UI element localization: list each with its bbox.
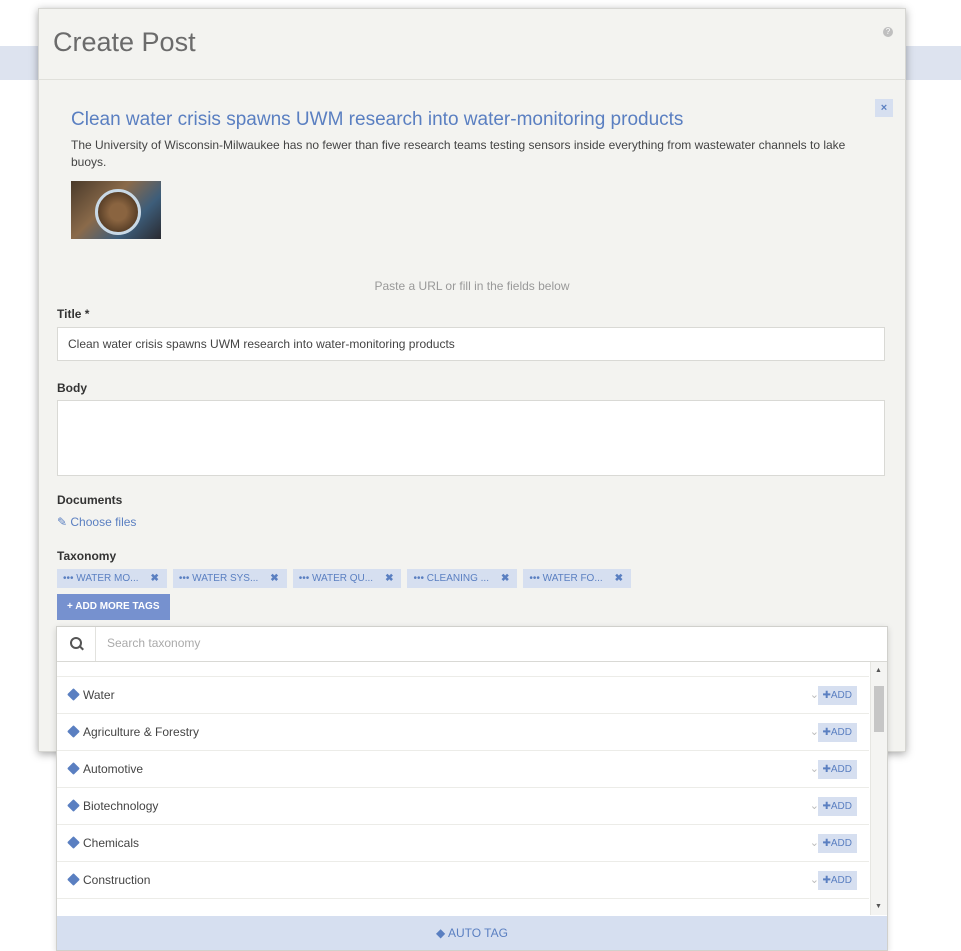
remove-tag-icon[interactable]: ✖ [501,573,509,584]
add-taxonomy-button[interactable]: ✚ADD [817,797,857,816]
remove-tag-icon[interactable]: ✖ [270,573,278,584]
scrollbar-thumb[interactable] [874,686,884,732]
auto-tag-label: AUTO TAG [447,926,508,940]
tag-chip[interactable]: ••• WATER QU... ✖ [292,569,402,588]
list-item[interactable]: Chemicals ⌄ ✚ADD [57,825,869,862]
taxonomy-item-label: Biotechnology [83,799,159,813]
add-taxonomy-button[interactable]: ✚ADD [817,760,857,779]
add-taxonomy-button[interactable]: ✚ADD [817,834,857,853]
scroll-down-arrow-icon[interactable]: ▼ [875,903,882,910]
add-taxonomy-button[interactable]: ✚ADD [817,871,857,890]
add-taxonomy-button[interactable]: ✚ADD [817,723,857,742]
tag-icon [67,799,80,812]
tag-chip[interactable]: ••• WATER SYS... ✖ [172,569,287,588]
taxonomy-item-label: Chemicals [83,836,140,850]
title-label: Title * [57,307,90,321]
taxonomy-label: Taxonomy [57,549,117,563]
modal-title: Create Post [53,27,196,57]
taxonomy-item-label: Water [83,688,115,702]
petri-dish-image [95,189,141,235]
list-item[interactable]: Water ⌄ ✚ADD [57,677,869,714]
list-item[interactable]: Biotechnology ⌄ ✚ADD [57,788,869,825]
preview-description: The University of Wisconsin-Milwaukee ha… [71,138,846,169]
auto-tag-button[interactable]: ◆ AUTO TAG [57,916,887,950]
search-icon [57,627,96,661]
remove-tag-icon[interactable]: ✖ [385,573,393,584]
taxonomy-item-label: Automotive [83,762,144,776]
list-item[interactable]: Construction ⌄ ✚ADD [57,862,869,899]
list-scrollbar[interactable]: ▲ ▼ [870,662,887,915]
scroll-up-arrow-icon[interactable]: ▲ [875,667,882,674]
taxonomy-list: Water ⌄ ✚ADD Agriculture & Forestry ⌄ ✚A… [57,662,869,899]
remove-tag-icon[interactable]: ✖ [615,573,623,584]
list-item[interactable]: Agriculture & Forestry ⌄ ✚ADD [57,714,869,751]
remove-preview-button[interactable]: × [875,99,893,117]
taxonomy-item-label: Agriculture & Forestry [83,725,200,739]
help-icon[interactable]: ? [883,27,893,37]
modal-header: Create Post ? [39,9,905,80]
body-label: Body [57,381,87,395]
add-more-tags-button[interactable]: + ADD MORE TAGS [57,594,170,620]
tag-icon [67,873,80,886]
documents-label: Documents [57,493,123,507]
taxonomy-item-label: Construction [83,873,151,887]
list-item[interactable]: Automotive ⌄ ✚ADD [57,751,869,788]
choose-files-link[interactable]: ✎ Choose files [57,515,136,529]
title-input[interactable]: Clean water crisis spawns UWM research i… [57,327,885,361]
preview-thumbnail [71,181,161,239]
link-preview: Clean water crisis spawns UWM research i… [71,109,871,239]
preview-title[interactable]: Clean water crisis spawns UWM research i… [71,109,871,131]
body-textarea[interactable] [57,400,885,476]
taxonomy-dropdown: Search taxonomy Water ⌄ ✚ADD Agriculture… [56,626,888,951]
remove-tag-icon[interactable]: ✖ [151,573,159,584]
selected-tags: ••• WATER MO... ✖ ••• WATER SYS... ✖ ••• W… [57,569,637,588]
tag-icon: ◆ [436,926,448,940]
add-taxonomy-button[interactable]: ✚ADD [817,686,857,705]
tag-chip[interactable]: ••• CLEANING ... ✖ [407,569,518,588]
taxonomy-search-input[interactable]: Search taxonomy [107,636,200,650]
tag-icon [67,688,80,701]
tag-icon [67,836,80,849]
tag-icon [67,725,80,738]
taxonomy-search-row: Search taxonomy [57,627,887,662]
list-item[interactable] [57,662,869,677]
tag-icon [67,762,80,775]
tag-chip[interactable]: ••• WATER MO... ✖ [57,569,167,588]
tag-chip[interactable]: ••• WATER FO... ✖ [523,569,632,588]
paste-url-hint: Paste a URL or fill in the fields below [374,279,570,293]
